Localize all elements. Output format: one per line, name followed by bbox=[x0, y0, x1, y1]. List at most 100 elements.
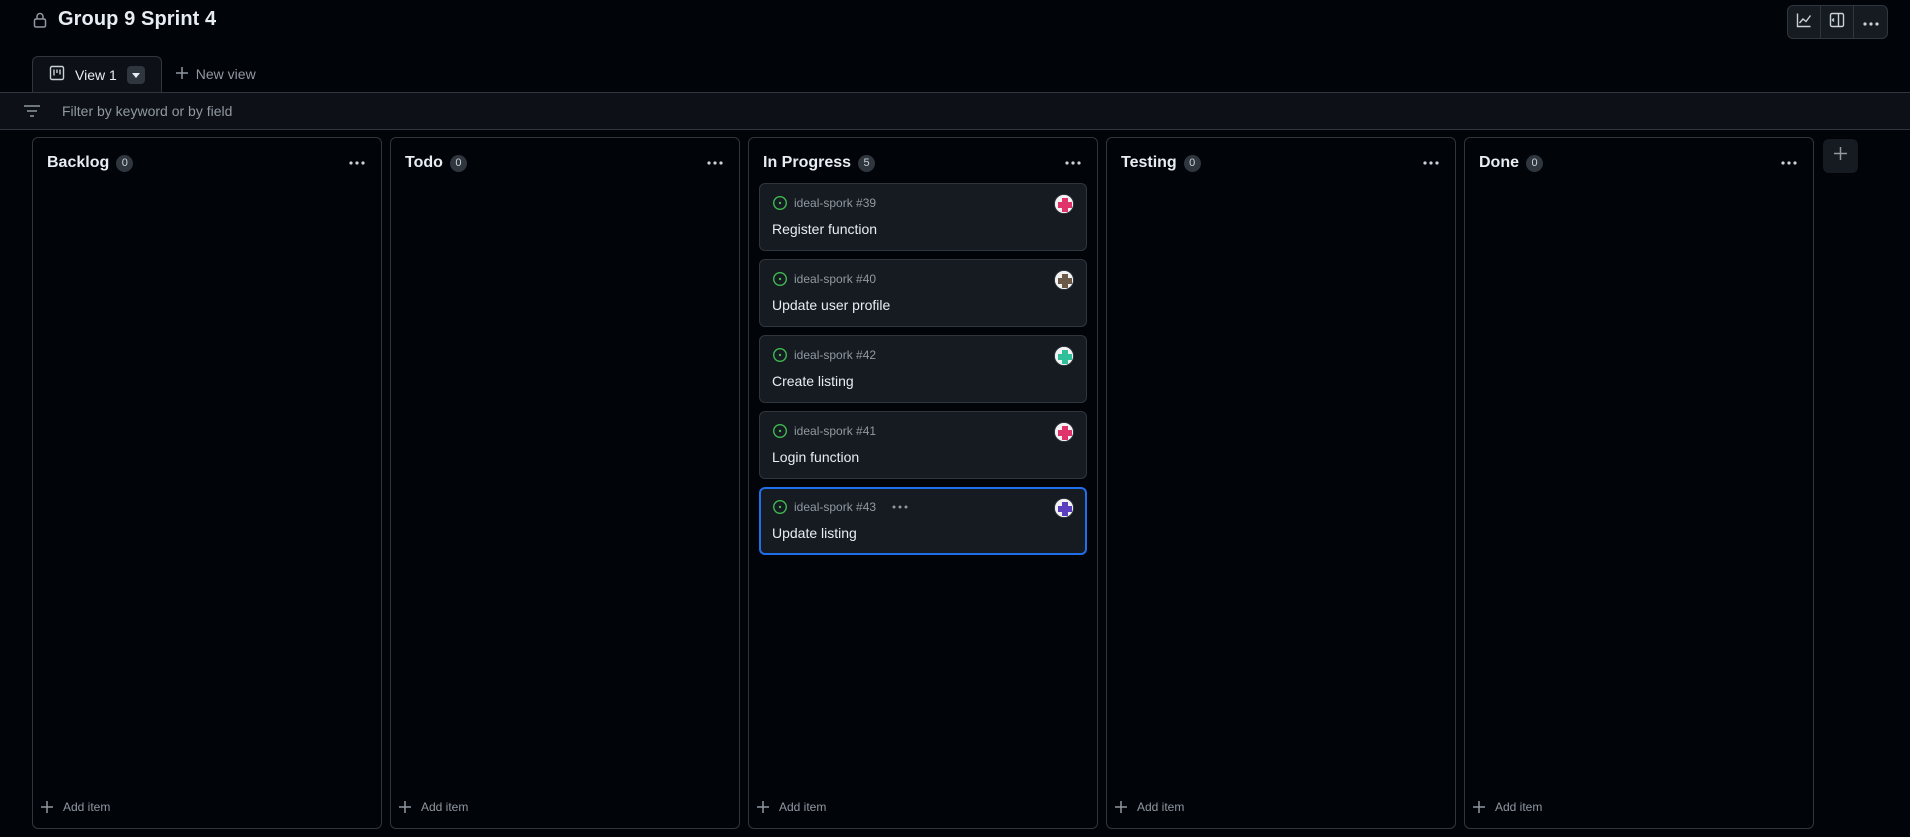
plus-icon bbox=[175, 66, 188, 82]
card-more-icon[interactable] bbox=[892, 505, 908, 509]
insights-icon bbox=[1796, 12, 1812, 33]
view-options-button[interactable] bbox=[126, 66, 145, 84]
issue-reference[interactable]: ideal-spork #40 bbox=[794, 272, 876, 286]
add-item-button[interactable]: Add item bbox=[757, 800, 826, 814]
column-menu-button[interactable] bbox=[345, 153, 369, 173]
issue-title[interactable]: Update user profile bbox=[772, 297, 890, 313]
assignee-avatar[interactable] bbox=[1054, 270, 1074, 290]
more-icon bbox=[1423, 161, 1439, 165]
view-tabs: View 1 New view bbox=[32, 55, 270, 93]
board: Backlog 0 Add item Todo 0 Add item In Pr… bbox=[32, 137, 1814, 829]
add-item-button[interactable]: Add item bbox=[399, 800, 468, 814]
issue-opened-icon bbox=[772, 499, 788, 515]
issue-opened-icon bbox=[772, 347, 788, 363]
more-icon bbox=[1781, 161, 1797, 165]
new-view-button[interactable]: New view bbox=[162, 55, 270, 92]
plus-icon bbox=[757, 801, 769, 813]
card-meta: ideal-spork #43 bbox=[772, 499, 908, 515]
column-count-badge: 0 bbox=[449, 154, 467, 172]
issue-card[interactable]: ideal-spork #39 Register function bbox=[759, 183, 1087, 251]
issue-title[interactable]: Update listing bbox=[772, 525, 857, 541]
side-panel-icon bbox=[1829, 12, 1845, 33]
plus-icon bbox=[1834, 147, 1847, 165]
plus-icon bbox=[399, 801, 411, 813]
column-count-badge: 5 bbox=[858, 154, 876, 172]
side-panel-button[interactable] bbox=[1821, 6, 1854, 38]
project-title: Group 9 Sprint 4 bbox=[58, 8, 217, 30]
board-column-todo: Todo 0 Add item bbox=[390, 137, 740, 829]
tab-label: View 1 bbox=[75, 67, 117, 83]
column-header: Todo 0 bbox=[405, 153, 727, 173]
board-icon bbox=[49, 65, 65, 86]
column-header: In Progress 5 bbox=[763, 153, 1085, 173]
issue-opened-icon bbox=[772, 195, 788, 211]
column-menu-button[interactable] bbox=[1777, 153, 1801, 173]
triangle-down-icon bbox=[131, 72, 140, 78]
more-options-button[interactable] bbox=[1854, 6, 1887, 38]
new-view-label: New view bbox=[195, 65, 256, 82]
card-meta: ideal-spork #40 bbox=[772, 271, 876, 287]
board-column-backlog: Backlog 0 Add item bbox=[32, 137, 382, 829]
more-icon bbox=[349, 161, 365, 165]
issue-reference[interactable]: ideal-spork #43 bbox=[794, 500, 876, 514]
issue-card[interactable]: ideal-spork #43 Update listing bbox=[759, 487, 1087, 555]
add-item-button[interactable]: Add item bbox=[41, 800, 110, 814]
add-item-label: Add item bbox=[421, 800, 469, 814]
column-cards: ideal-spork #39 Register function ideal-… bbox=[759, 183, 1087, 555]
board-column-done: Done 0 Add item bbox=[1464, 137, 1814, 829]
issue-title[interactable]: Login function bbox=[772, 449, 859, 465]
issue-opened-icon bbox=[772, 271, 788, 287]
assignee-avatar[interactable] bbox=[1054, 346, 1074, 366]
lock-icon bbox=[32, 10, 48, 30]
project-title-row: Group 9 Sprint 4 bbox=[32, 8, 216, 31]
column-count-badge: 0 bbox=[1526, 154, 1543, 172]
issue-title[interactable]: Register function bbox=[772, 221, 877, 237]
project-board-page: Group 9 Sprint 4 View 1 New view Filter … bbox=[0, 0, 1910, 837]
add-item-label: Add item bbox=[1495, 800, 1543, 814]
more-icon bbox=[1862, 13, 1879, 31]
issue-card[interactable]: ideal-spork #41 Login function bbox=[759, 411, 1087, 479]
plus-icon bbox=[41, 801, 53, 813]
add-item-label: Add item bbox=[1137, 800, 1185, 814]
issue-reference[interactable]: ideal-spork #39 bbox=[794, 196, 876, 210]
column-count-badge: 0 bbox=[1183, 154, 1201, 172]
issue-title[interactable]: Create listing bbox=[772, 373, 854, 389]
filter-bar bbox=[0, 92, 1910, 130]
issue-reference[interactable]: ideal-spork #42 bbox=[794, 348, 876, 362]
column-name: Todo bbox=[405, 154, 443, 171]
plus-icon bbox=[1115, 801, 1127, 813]
issue-card[interactable]: ideal-spork #40 Update user profile bbox=[759, 259, 1087, 327]
column-menu-button[interactable] bbox=[1061, 153, 1085, 173]
assignee-avatar[interactable] bbox=[1054, 422, 1074, 442]
card-meta: ideal-spork #41 bbox=[772, 423, 876, 439]
column-header: Testing 0 bbox=[1121, 153, 1443, 173]
column-name: In Progress bbox=[763, 154, 852, 171]
more-icon bbox=[707, 161, 723, 165]
filter-icon[interactable] bbox=[24, 104, 42, 118]
issue-opened-icon bbox=[772, 423, 788, 439]
filter-input[interactable] bbox=[62, 103, 662, 119]
issue-card[interactable]: ideal-spork #42 Create listing bbox=[759, 335, 1087, 403]
add-item-label: Add item bbox=[779, 800, 827, 814]
header-actions bbox=[1787, 5, 1888, 39]
project-header: Group 9 Sprint 4 View 1 New view bbox=[0, 0, 1910, 93]
column-name: Testing bbox=[1121, 154, 1177, 171]
column-menu-button[interactable] bbox=[1419, 153, 1443, 173]
issue-reference[interactable]: ideal-spork #41 bbox=[794, 424, 876, 438]
add-item-label: Add item bbox=[63, 800, 111, 814]
column-count-badge: 0 bbox=[116, 154, 134, 172]
column-header: Done 0 bbox=[1479, 153, 1801, 173]
add-item-button[interactable]: Add item bbox=[1115, 800, 1184, 814]
insights-button[interactable] bbox=[1788, 6, 1821, 38]
column-header: Backlog 0 bbox=[47, 153, 369, 173]
column-name: Done bbox=[1479, 154, 1519, 171]
add-item-button[interactable]: Add item bbox=[1473, 800, 1542, 814]
plus-icon bbox=[1473, 801, 1485, 813]
assignee-avatar[interactable] bbox=[1054, 194, 1074, 214]
column-menu-button[interactable] bbox=[703, 153, 727, 173]
assignee-avatar[interactable] bbox=[1054, 498, 1074, 518]
card-meta: ideal-spork #39 bbox=[772, 195, 876, 211]
tab-view-1[interactable]: View 1 bbox=[32, 56, 162, 93]
more-icon bbox=[1065, 161, 1081, 165]
add-column-button[interactable] bbox=[1823, 139, 1858, 173]
